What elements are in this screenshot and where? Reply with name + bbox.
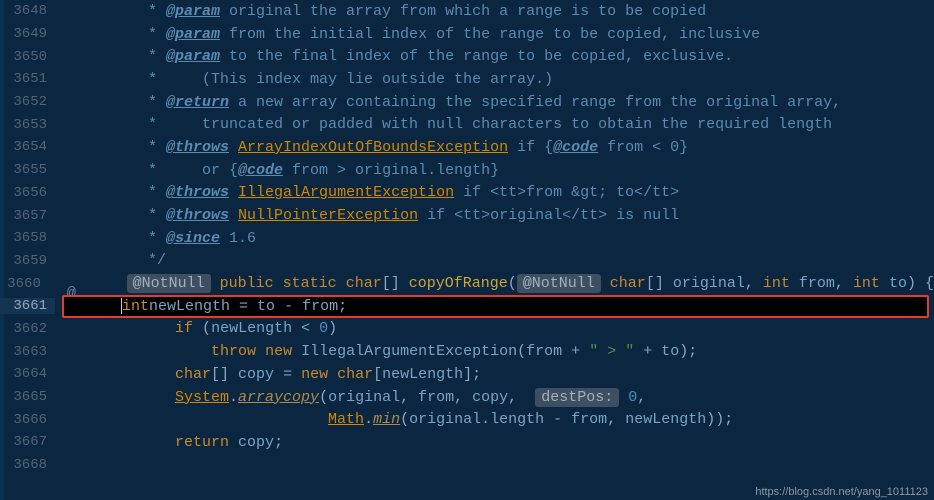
line-number: 3648 bbox=[0, 3, 55, 19]
line-number: 3649 bbox=[0, 26, 55, 42]
code-line: 3664 char[] copy = new char[newLength]; bbox=[0, 363, 934, 386]
inlay-hint: destPos: bbox=[535, 388, 619, 407]
code-line: 3663 throw new IllegalArgumentException(… bbox=[0, 340, 934, 363]
comment-text: original the array from which a range is… bbox=[220, 3, 706, 20]
watermark-text: https://blog.csdn.net/yang_1011123 bbox=[755, 486, 928, 498]
code-line: 3654 * @throws ArrayIndexOutOfBoundsExce… bbox=[0, 136, 934, 159]
code-line-highlighted: 3661 int newLength = to - from; bbox=[0, 295, 934, 318]
code-line: 3668 bbox=[0, 454, 934, 477]
code-line: 3662 if (newLength < 0) bbox=[0, 318, 934, 341]
class-link[interactable]: System bbox=[175, 389, 229, 406]
exception-link[interactable]: NullPointerException bbox=[238, 207, 418, 224]
comment-text: from the initial index of the range to b… bbox=[220, 26, 760, 43]
code-line: 3648 * @param original the array from wh… bbox=[0, 0, 934, 23]
code-line: 3666 Math.min(original.length - from, ne… bbox=[0, 408, 934, 431]
code-line: 3656 * @throws IllegalArgumentException … bbox=[0, 182, 934, 205]
method-link[interactable]: arraycopy bbox=[238, 389, 319, 406]
code-line: 3649 * @param from the initial index of … bbox=[0, 23, 934, 46]
code-line: 3665 System.arraycopy(original, from, co… bbox=[0, 386, 934, 409]
method-link[interactable]: min bbox=[373, 411, 400, 428]
class-link[interactable]: Math bbox=[328, 411, 364, 428]
code-editor[interactable]: 3648 * @param original the array from wh… bbox=[0, 0, 934, 500]
code-line: 3650 * @param to the final index of the … bbox=[0, 45, 934, 68]
inlay-hint: @NotNull bbox=[127, 274, 211, 293]
code-line: 3658 * @since 1.6 bbox=[0, 227, 934, 250]
code-line: 3652 * @return a new array containing th… bbox=[0, 91, 934, 114]
code-line: 3655 * or {@code from > original.length} bbox=[0, 159, 934, 182]
code-content[interactable]: * @param original the array from which a… bbox=[103, 3, 934, 20]
code-line: 3660@ @NotNull public static char[] copy… bbox=[0, 272, 934, 295]
code-line: 3657 * @throws NullPointerException if <… bbox=[0, 204, 934, 227]
code-line: 3651 * (This index may lie outside the a… bbox=[0, 68, 934, 91]
inlay-hint: @NotNull bbox=[517, 274, 601, 293]
code-line: 3659 */ bbox=[0, 250, 934, 273]
exception-link[interactable]: IllegalArgumentException bbox=[238, 184, 454, 201]
javadoc-tag: @param bbox=[166, 3, 220, 20]
exception-link[interactable]: ArrayIndexOutOfBoundsException bbox=[238, 139, 508, 156]
highlighted-line[interactable]: int newLength = to - from; bbox=[62, 295, 929, 318]
code-line: 3653 * truncated or padded with null cha… bbox=[0, 113, 934, 136]
code-line: 3667 return copy; bbox=[0, 431, 934, 454]
gutter-strip bbox=[0, 0, 4, 500]
